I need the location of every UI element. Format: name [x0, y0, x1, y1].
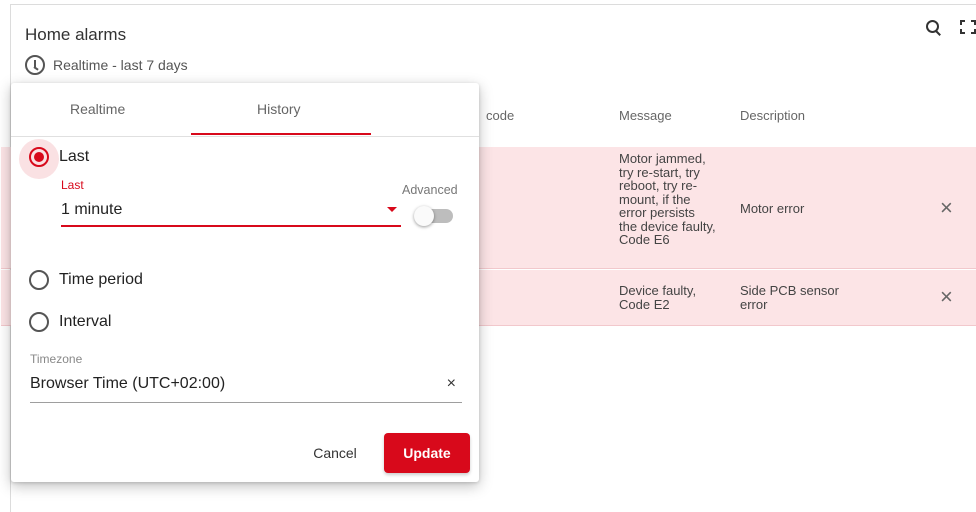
close-icon[interactable]: × [940, 286, 953, 308]
dropdown-arrow-icon [387, 207, 397, 212]
column-header-message[interactable]: Message [619, 108, 672, 123]
active-tab-indicator [191, 133, 371, 135]
row-description: Side PCB sensor error [740, 283, 839, 312]
option-interval-label: Interval [59, 313, 112, 330]
tab-realtime[interactable]: Realtime [70, 101, 125, 117]
option-time-period[interactable]: Time period [29, 270, 143, 290]
option-last-label: Last [59, 148, 90, 165]
timezone-input[interactable]: Browser Time (UTC+02:00) × [30, 367, 462, 403]
timewindow-summary-label: Realtime - last 7 days [53, 57, 188, 73]
column-header-description[interactable]: Description [740, 108, 805, 123]
widget-title: Home alarms [25, 25, 127, 44]
row-description: Motor error [740, 201, 805, 216]
timezone-value: Browser Time (UTC+02:00) [30, 375, 226, 392]
column-header-code[interactable]: code [486, 108, 514, 123]
option-last[interactable]: Last [29, 147, 89, 167]
advanced-toggle[interactable] [414, 206, 453, 226]
row-message: Motor jammed, try re-start, try reboot, … [619, 151, 716, 247]
toggle-knob [414, 206, 434, 226]
clear-icon[interactable]: × [447, 375, 456, 393]
advanced-label: Advanced [402, 183, 458, 197]
cancel-button[interactable]: Cancel [295, 435, 375, 471]
fullscreen-icon[interactable] [960, 20, 976, 34]
update-button[interactable]: Update [384, 433, 470, 473]
last-field-label: Last [61, 178, 84, 192]
radio-last[interactable] [29, 147, 49, 167]
option-time-period-label: Time period [59, 271, 143, 288]
timewindow-summary[interactable]: Realtime - last 7 days [25, 55, 188, 75]
clock-icon [25, 55, 45, 75]
widget-toolbar [926, 20, 976, 36]
radio-interval[interactable] [29, 312, 49, 332]
timewindow-panel: Realtime History Last Last 1 minute Adva… [11, 83, 479, 482]
close-icon[interactable]: × [940, 197, 953, 219]
radio-time-period[interactable] [29, 270, 49, 290]
search-icon[interactable] [926, 20, 942, 36]
row-message: Device faulty, Code E2 [619, 283, 697, 312]
timewindow-tabs: Realtime History [11, 83, 479, 137]
last-duration-value: 1 minute [61, 201, 123, 218]
option-interval[interactable]: Interval [29, 312, 111, 332]
last-duration-select[interactable]: 1 minute [61, 191, 401, 227]
timezone-label: Timezone [30, 352, 83, 366]
tab-history[interactable]: History [257, 101, 301, 117]
